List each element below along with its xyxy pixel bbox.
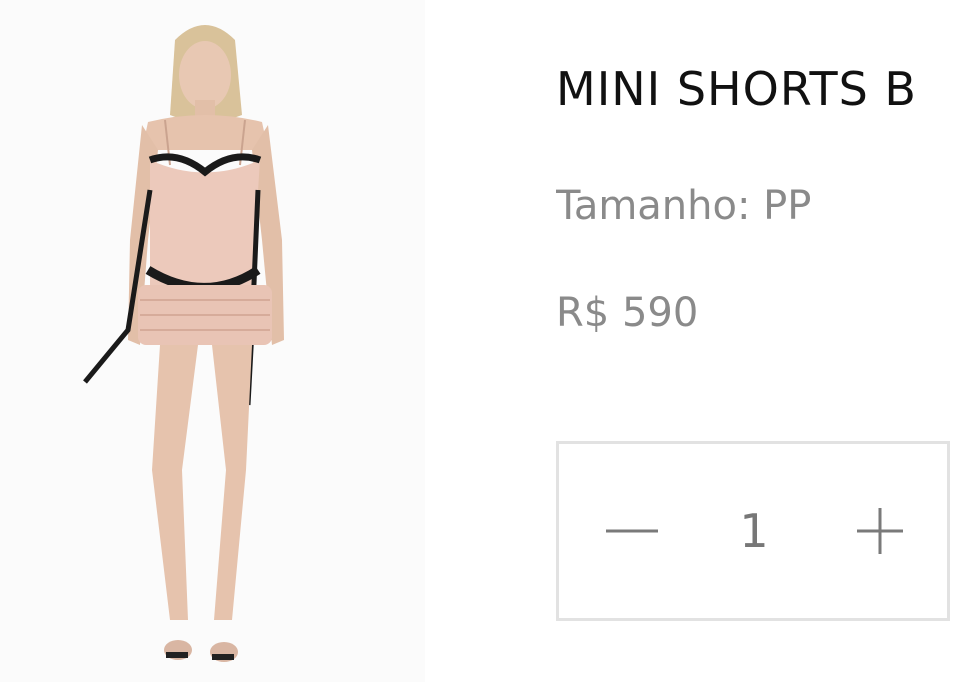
selected-size: Tamanho: PP bbox=[556, 183, 812, 229]
minus-icon bbox=[606, 529, 658, 533]
plus-icon bbox=[857, 508, 903, 554]
decrease-quantity-button[interactable] bbox=[602, 501, 662, 561]
quantity-value[interactable]: 1 bbox=[719, 503, 789, 559]
model-photo bbox=[0, 0, 425, 682]
product-info: MINI SHORTS B Tamanho: PP R$ 590 1 bbox=[556, 0, 959, 682]
product-price: R$ 590 bbox=[556, 290, 699, 336]
quantity-stepper: 1 bbox=[556, 441, 950, 621]
product-image[interactable] bbox=[0, 0, 425, 682]
product-title: MINI SHORTS B bbox=[556, 62, 917, 116]
increase-quantity-button[interactable] bbox=[850, 501, 910, 561]
